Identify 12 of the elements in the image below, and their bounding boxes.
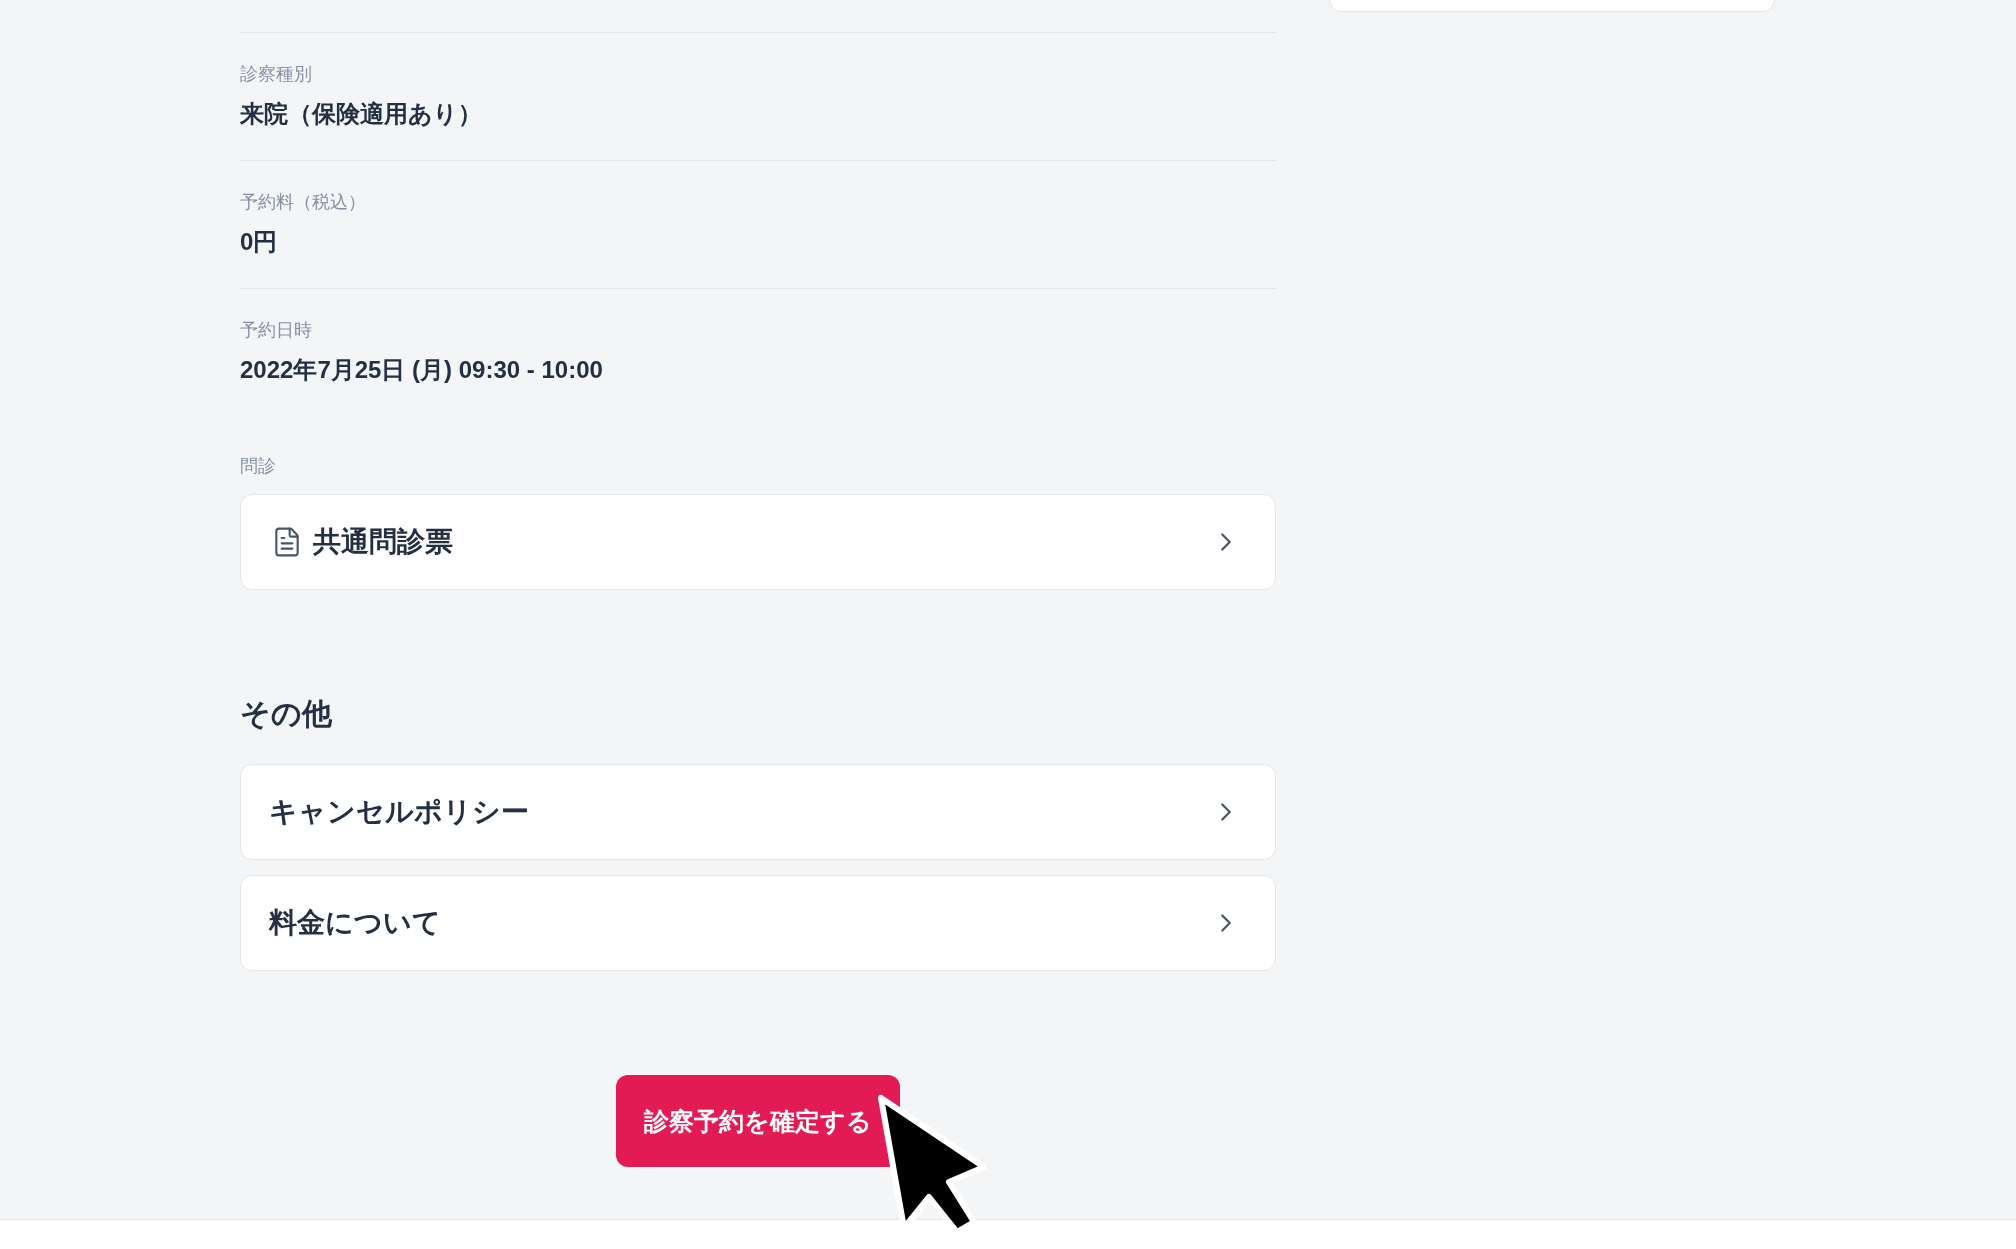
confirm-button[interactable]: 診察予約を確定する	[616, 1075, 900, 1167]
field-value: 0円	[240, 227, 278, 257]
list-item-card[interactable]: 料金について	[240, 875, 1276, 971]
field-label: 診察種別	[240, 63, 312, 86]
field-label: 予約料（税込）	[240, 191, 366, 214]
field-value: 2022年7月25日 (月) 09:30 - 10:00	[240, 355, 603, 385]
field-label: 予約日時	[240, 319, 312, 342]
list-item-card[interactable]: キャンセルポリシー	[240, 764, 1276, 860]
section-label: 問診	[240, 455, 276, 478]
section-heading: その他	[240, 696, 332, 732]
list-item-card[interactable]: 共通問診票	[240, 494, 1276, 590]
field-value: 来院（保険適用あり）	[240, 99, 482, 129]
